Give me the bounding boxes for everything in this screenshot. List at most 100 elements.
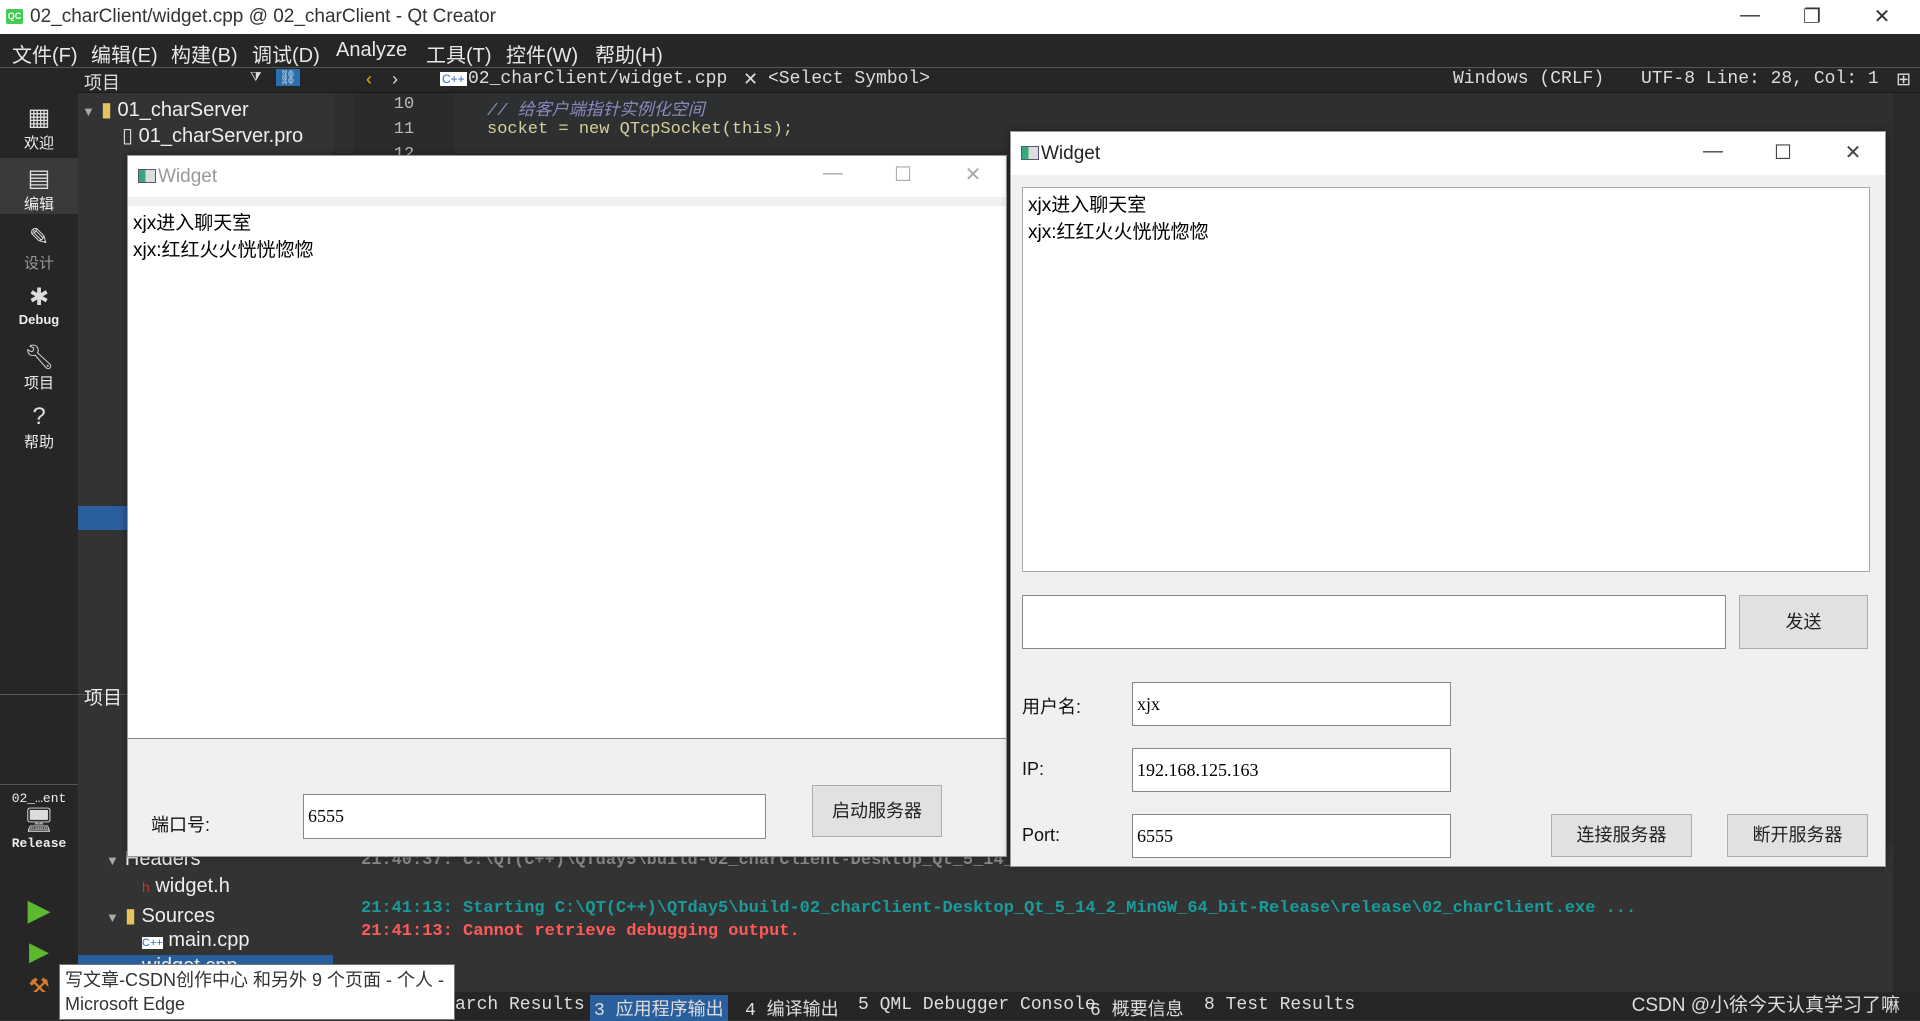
- mode-help[interactable]: ? 帮助: [0, 403, 78, 452]
- tab-general-messages[interactable]: 6 概要信息: [1090, 995, 1184, 1021]
- link-icon[interactable]: ⛓: [276, 69, 300, 86]
- mode-label: Debug: [18, 312, 60, 327]
- run-icon[interactable]: ▶: [0, 893, 78, 928]
- build-config: Release: [11, 836, 67, 851]
- minimize-button[interactable]: —: [1698, 140, 1728, 163]
- debug-run-icon[interactable]: ▶: [0, 936, 78, 967]
- mode-label: 欢迎: [23, 135, 54, 152]
- ip-label: IP:: [1022, 759, 1045, 779]
- mode-projects[interactable]: 🔧︎ 项目: [0, 343, 78, 393]
- forward-icon[interactable]: ›: [392, 69, 398, 90]
- mode-label: 编辑: [23, 196, 54, 213]
- close-button[interactable]: ✕: [1862, 4, 1902, 29]
- ip-input[interactable]: 192.168.125.163: [1132, 748, 1451, 792]
- start-server-button[interactable]: 启动服务器: [812, 785, 942, 837]
- window-titlebar: QC 02_charClient/widget.cpp @ 02_charCli…: [0, 0, 1920, 34]
- username-label: 用户名:: [1022, 697, 1082, 717]
- mode-design[interactable]: ✎ 设计: [0, 223, 78, 273]
- split-icon[interactable]: ⊞: [1896, 69, 1911, 90]
- menu-bar: 文件(F) 编辑(E) 构建(B) 调试(D) Analyze 工具(T) 控件…: [0, 34, 1920, 68]
- tree-item-sources[interactable]: ▼ ▮ Sources: [106, 903, 215, 928]
- port-label: Port:: [1022, 825, 1061, 845]
- line-ending-selector[interactable]: Windows (CRLF): [1453, 69, 1604, 89]
- kit-selector[interactable]: 02_…ent 🖥︎ Release: [0, 784, 78, 851]
- pen-icon: ✎: [28, 224, 50, 251]
- mode-sidebar: ▦ 欢迎 ▤ 编辑 ✎ 设计 ✱ Debug 🔧︎ 项目 ? 帮助 02_…ent 🖥︎ Rel…: [0, 68, 78, 1020]
- bug-icon: ✱: [28, 284, 50, 311]
- server-chat-log[interactable]: xjx进入聊天室 xjx:红红火火恍恍惚惚: [128, 206, 1006, 739]
- menu-controls[interactable]: 控件(W): [506, 39, 578, 68]
- project-selector[interactable]: 项目: [84, 69, 120, 95]
- username-input[interactable]: xjx: [1132, 682, 1451, 726]
- maximize-button[interactable]: ☐: [1768, 140, 1798, 165]
- client-title: Widget: [1041, 143, 1101, 164]
- mode-edit[interactable]: ▤ 编辑: [0, 158, 78, 214]
- client-titlebar: Widget — ☐ ✕: [1011, 132, 1885, 175]
- maximize-button[interactable]: ☐: [888, 162, 918, 187]
- project-panel-header[interactable]: 项目: [84, 683, 122, 710]
- server-window: Widget — ☐ ✕ xjx进入聊天室 xjx:红红火火恍恍惚惚 端口号: 6…: [127, 155, 1007, 857]
- mode-label: 帮助: [23, 434, 54, 451]
- output-line: 21:41:13: Cannot retrieve debugging outp…: [361, 922, 800, 941]
- menu-build[interactable]: 构建(B): [171, 39, 238, 68]
- connect-server-button[interactable]: 连接服务器: [1551, 814, 1692, 857]
- tree-item-pro-file[interactable]: ▯ 01_charServer.pro: [122, 123, 303, 148]
- mode-debug[interactable]: ✱ Debug: [0, 283, 78, 327]
- client-port-input[interactable]: 6555: [1132, 814, 1451, 858]
- encoding-position[interactable]: UTF-8 Line: 28, Col: 1: [1641, 69, 1879, 89]
- editor-toolbar: 项目 ⧩ ⛓ ‹ › C++ 02_charClient/widget.cpp …: [78, 68, 1920, 93]
- line-numbers: 10 11 12: [355, 93, 453, 164]
- server-titlebar: Widget — ☐ ✕: [128, 156, 1006, 197]
- window-icon: [1021, 146, 1039, 160]
- tab-search-results[interactable]: arch Results: [455, 995, 585, 1015]
- kit-name: 02_…ent: [11, 791, 67, 806]
- client-window: Widget — ☐ ✕ xjx进入聊天室 xjx:红红火火恍恍惚惚 发送 用户名…: [1010, 131, 1886, 867]
- menu-file[interactable]: 文件(F): [12, 39, 78, 68]
- menu-help[interactable]: 帮助(H): [595, 39, 663, 68]
- tree-item-project[interactable]: ▼ ▮ 01_charServer: [82, 97, 249, 122]
- taskbar-tooltip: 写文章-CSDN创作中心 和另外 9 个页面 - 个人 - Microsoft E…: [59, 964, 455, 1020]
- application-output[interactable]: 21:40:37: C:\QT(C++)\QTday5\build-02_cha…: [333, 845, 1893, 992]
- open-file-selector[interactable]: 02_charClient/widget.cpp: [468, 69, 727, 89]
- tab-test-results[interactable]: 8 Test Results: [1204, 995, 1355, 1015]
- qt-creator-icon: QC: [6, 9, 23, 24]
- close-button[interactable]: ✕: [1838, 140, 1868, 165]
- mode-label: 项目: [23, 375, 54, 392]
- client-chat-log[interactable]: xjx进入聊天室 xjx:红红火火恍恍惚惚: [1022, 187, 1870, 572]
- server-port-input[interactable]: 6555: [303, 794, 766, 839]
- minimize-button[interactable]: —: [818, 162, 848, 185]
- back-icon[interactable]: ‹: [366, 69, 372, 90]
- tree-item-widget-h[interactable]: h widget.h: [142, 875, 230, 898]
- scrollbar[interactable]: [1893, 93, 1920, 992]
- wrench-icon: 🔧︎: [23, 344, 55, 371]
- grid-icon: ▦: [27, 104, 51, 131]
- window-icon: [138, 169, 156, 183]
- window-title: 02_charClient/widget.cpp @ 02_charClient…: [30, 6, 497, 27]
- tab-application-output[interactable]: 3 应用程序输出: [590, 995, 728, 1021]
- restore-button[interactable]: ❐: [1792, 4, 1832, 29]
- output-line: 21:41:13: Starting C:\QT(C++)\QTday5\bui…: [361, 899, 1637, 918]
- tab-compile-output[interactable]: 4 编译输出: [745, 995, 839, 1021]
- symbol-selector[interactable]: <Select Symbol>: [768, 69, 930, 89]
- disconnect-server-button[interactable]: 断开服务器: [1727, 814, 1868, 857]
- message-input[interactable]: [1022, 595, 1726, 649]
- cpp-file-icon: C++: [440, 72, 467, 86]
- menu-tools[interactable]: 工具(T): [426, 39, 492, 68]
- port-label: 端口号:: [151, 815, 211, 835]
- send-button[interactable]: 发送: [1739, 595, 1868, 649]
- close-file-icon[interactable]: ✕: [743, 69, 758, 90]
- tree-item-main-cpp[interactable]: C++ main.cpp: [142, 929, 250, 952]
- mode-label: 设计: [23, 255, 54, 272]
- mode-welcome[interactable]: ▦ 欢迎: [0, 103, 78, 153]
- close-button[interactable]: ✕: [958, 162, 988, 187]
- edit-icon: ▤: [27, 165, 51, 192]
- menu-edit[interactable]: 编辑(E): [91, 39, 158, 68]
- menu-analyze[interactable]: Analyze: [336, 39, 407, 62]
- server-title: Widget: [158, 166, 218, 187]
- menu-debug[interactable]: 调试(D): [252, 39, 320, 68]
- minimize-button[interactable]: —: [1730, 4, 1770, 27]
- help-icon: ?: [32, 403, 46, 430]
- tab-qml-debugger[interactable]: 5 QML Debugger Console: [858, 995, 1096, 1015]
- filter-icon[interactable]: ⧩: [250, 69, 262, 85]
- watermark: CSDN @小徐今天认真学习了嘛: [1631, 995, 1900, 1016]
